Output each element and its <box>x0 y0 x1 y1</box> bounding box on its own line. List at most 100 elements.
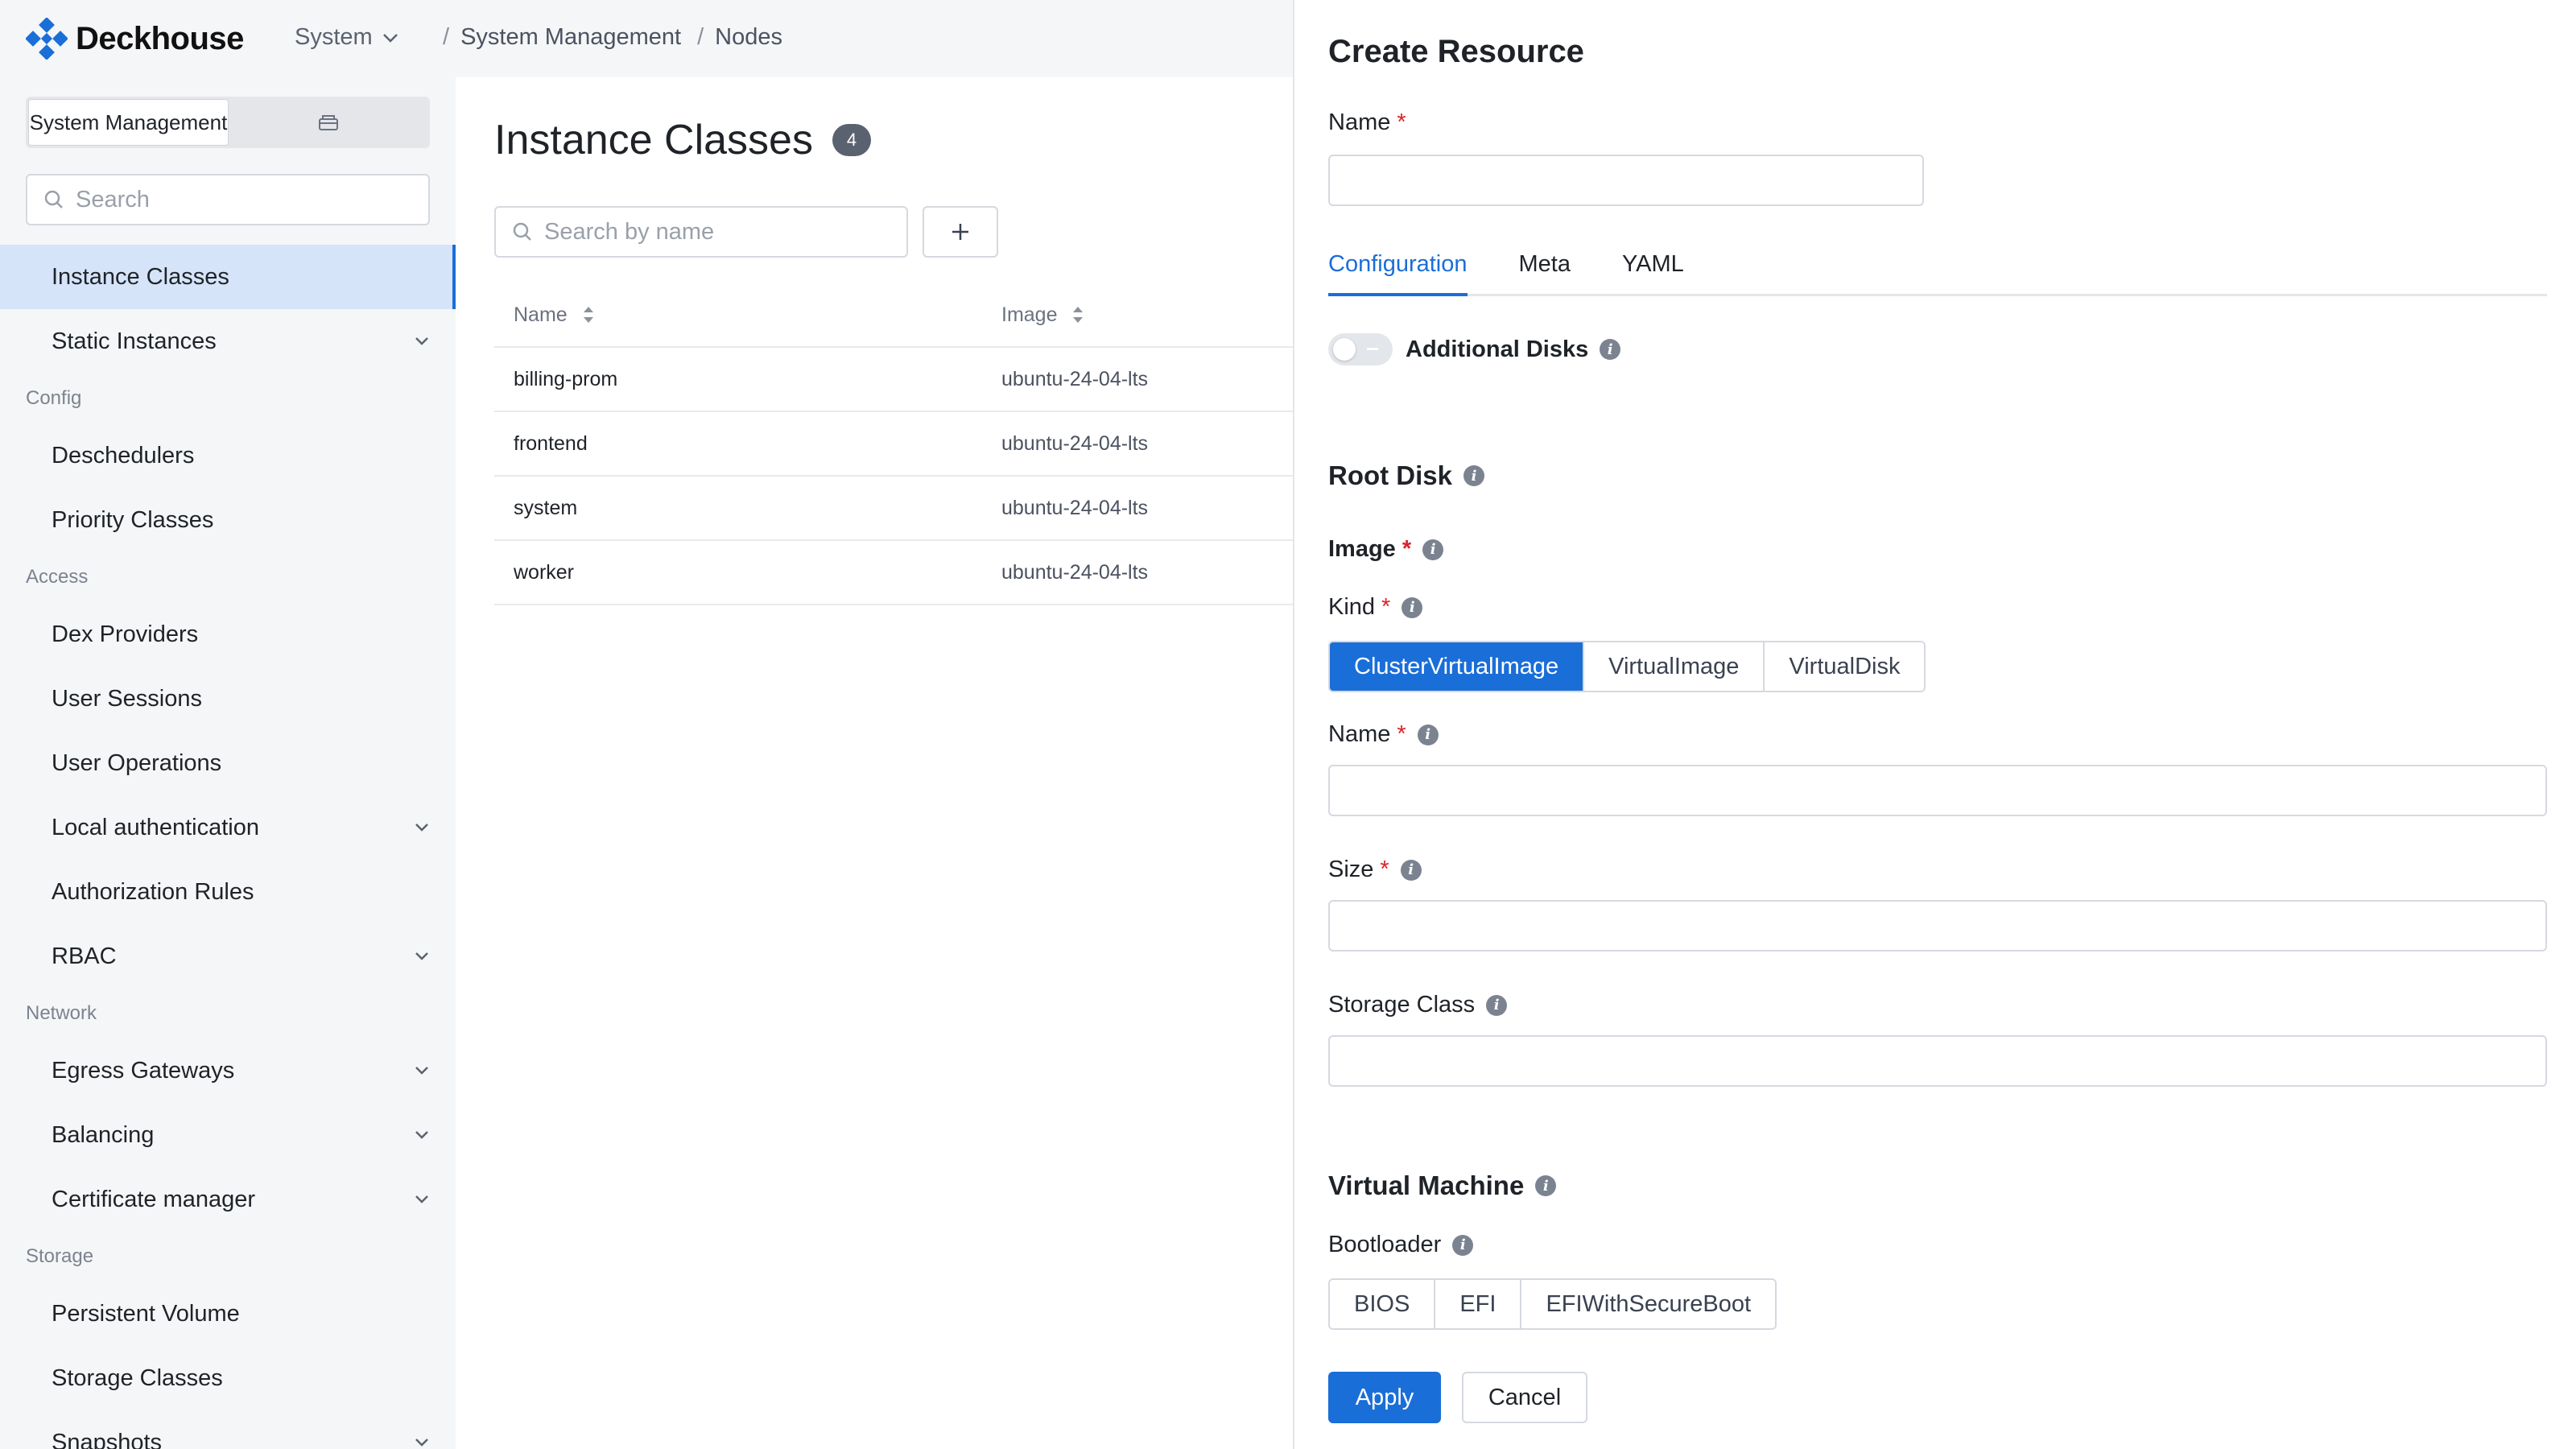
cancel-button[interactable]: Cancel <box>1462 1372 1587 1423</box>
required-asterisk: * <box>1397 109 1406 135</box>
table-row[interactable]: worker ubuntu-24-04-lts <box>494 541 1293 605</box>
sidebar-item-label: Deschedulers <box>52 442 195 469</box>
drawer-tabs: Configuration Meta YAML <box>1328 245 2547 296</box>
sidebar-item-label: RBAC <box>52 943 117 969</box>
chevron-down-icon[interactable] <box>414 1130 430 1140</box>
sidebar-item-label: Storage Classes <box>52 1364 223 1391</box>
sidebar-item-label: Persistent Volume <box>52 1300 240 1327</box>
table-row[interactable]: billing-prom ubuntu-24-04-lts <box>494 348 1293 412</box>
nav-group-access: Access <box>26 566 89 588</box>
name-search[interactable] <box>494 206 908 258</box>
chevron-down-icon[interactable] <box>414 1066 430 1075</box>
sidebar-item-label: Dex Providers <box>52 621 199 647</box>
cell-image: ubuntu-24-04-lts <box>1001 367 1149 390</box>
required-asterisk: * <box>1402 536 1412 562</box>
bootloader-option-efi[interactable]: EFI <box>1435 1280 1522 1328</box>
sidebar-item-certificate-manager[interactable]: Certificate manager <box>0 1167 456 1232</box>
tab-yaml[interactable]: YAML <box>1622 245 1684 296</box>
storage-class-field[interactable] <box>1328 1035 2547 1087</box>
chevron-down-icon[interactable] <box>414 336 430 346</box>
context-select-label: System <box>295 24 373 50</box>
sort-icon <box>1073 307 1084 323</box>
breadcrumb-separator: / <box>697 24 704 50</box>
context-select[interactable]: System <box>295 24 398 51</box>
tab-meta[interactable]: Meta <box>1519 245 1571 296</box>
additional-disks-toggle[interactable] <box>1328 333 1393 365</box>
search-icon <box>44 190 63 208</box>
cell-name: billing-prom <box>514 367 618 390</box>
image-label: Image * i <box>1328 536 1444 563</box>
chevron-down-icon[interactable] <box>414 1195 430 1204</box>
sidebar-item-rbac[interactable]: RBAC <box>0 924 456 989</box>
breadcrumb-nodes[interactable]: Nodes <box>715 24 782 51</box>
sidebar-item-deschedulers[interactable]: Deschedulers <box>0 423 456 488</box>
table-row[interactable]: frontend ubuntu-24-04-lts <box>494 412 1293 477</box>
name-field[interactable] <box>1328 155 1924 206</box>
info-icon[interactable]: i <box>1402 597 1423 618</box>
sidebar-item-snapshots[interactable]: Snapshots <box>0 1410 456 1449</box>
info-icon[interactable]: i <box>1422 539 1444 560</box>
chevron-down-icon[interactable] <box>414 952 430 961</box>
storage-class-input[interactable] <box>1330 1037 2545 1085</box>
sidebar-segment-switch: System Management <box>26 97 430 148</box>
tab-configuration[interactable]: Configuration <box>1328 245 1468 296</box>
root-disk-section-title: Root Disk i <box>1328 460 1485 491</box>
sidebar-item-static-instances[interactable]: Static Instances <box>0 309 456 374</box>
info-icon[interactable]: i <box>1600 339 1621 360</box>
sidebar-item-instance-classes[interactable]: Instance Classes <box>0 245 456 309</box>
sidebar-item-persistent-volume[interactable]: Persistent Volume <box>0 1282 456 1346</box>
name-search-input[interactable] <box>544 218 898 246</box>
sidebar-item-balancing[interactable]: Balancing <box>0 1103 456 1167</box>
sidebar-search[interactable] <box>26 174 430 225</box>
sidebar-item-user-operations[interactable]: User Operations <box>0 731 456 795</box>
root-disk-name-field[interactable] <box>1328 765 2547 816</box>
kind-option-virtualimage[interactable]: VirtualImage <box>1584 642 1765 691</box>
kind-option-virtualdisk[interactable]: VirtualDisk <box>1765 642 1925 691</box>
name-input[interactable] <box>1330 156 1922 204</box>
main-content: Instance Classes 4 Name Image billing-pr… <box>456 77 1293 1449</box>
chevron-down-icon[interactable] <box>414 823 430 832</box>
cell-name: worker <box>514 560 575 584</box>
required-asterisk: * <box>1380 857 1389 882</box>
info-icon[interactable]: i <box>1486 994 1508 1016</box>
bootloader-option-bios[interactable]: BIOS <box>1330 1280 1436 1328</box>
logo[interactable]: Deckhouse <box>26 18 244 60</box>
sidebar-item-storage-classes[interactable]: Storage Classes <box>0 1346 456 1410</box>
column-header-image[interactable]: Image <box>1001 303 1293 327</box>
info-icon[interactable]: i <box>1463 465 1485 486</box>
sidebar-item-user-sessions[interactable]: User Sessions <box>0 667 456 731</box>
size-field[interactable] <box>1328 900 2547 952</box>
cell-name: system <box>514 496 578 519</box>
sidebar-item-label: User Operations <box>52 749 222 776</box>
image-label-text: Image <box>1328 536 1396 562</box>
page-title: Instance Classes 4 <box>494 116 871 164</box>
sidebar-item-priority-classes[interactable]: Priority Classes <box>0 488 456 552</box>
info-icon[interactable]: i <box>1400 859 1422 881</box>
sidebar-item-local-authentication[interactable]: Local authentication <box>0 795 456 860</box>
column-header-name[interactable]: Name <box>494 303 1001 327</box>
info-icon[interactable]: i <box>1535 1175 1557 1196</box>
segment-secondary[interactable] <box>229 99 427 146</box>
info-icon[interactable]: i <box>1417 724 1439 745</box>
table-row[interactable]: system ubuntu-24-04-lts <box>494 477 1293 541</box>
sidebar-item-authorization-rules[interactable]: Authorization Rules <box>0 860 456 924</box>
root-disk-name-input[interactable] <box>1330 766 2545 815</box>
size-input[interactable] <box>1330 902 2545 950</box>
add-button[interactable] <box>923 206 998 258</box>
sidebar-item-egress-gateways[interactable]: Egress Gateways <box>0 1038 456 1103</box>
apply-button[interactable]: Apply <box>1328 1372 1441 1423</box>
sidebar-item-label: Certificate manager <box>52 1186 256 1212</box>
name-label: Name * <box>1328 109 1406 136</box>
sidebar-item-label: User Sessions <box>52 685 202 712</box>
breadcrumb-system-management[interactable]: System Management <box>460 24 681 51</box>
info-icon[interactable]: i <box>1452 1234 1474 1256</box>
segment-system-management[interactable]: System Management <box>28 99 229 146</box>
bootloader-option-efiwithsecureboot[interactable]: EFIWithSecureBoot <box>1521 1280 1776 1328</box>
chevron-down-icon[interactable] <box>414 1438 430 1447</box>
sidebar-search-input[interactable] <box>76 186 414 213</box>
root-disk-name-label-text: Name <box>1328 721 1391 747</box>
search-icon <box>513 222 531 241</box>
sidebar-item-dex-providers[interactable]: Dex Providers <box>0 602 456 667</box>
cell-image: ubuntu-24-04-lts <box>1001 431 1149 455</box>
kind-option-clustervirtualimage[interactable]: ClusterVirtualImage <box>1330 642 1585 691</box>
